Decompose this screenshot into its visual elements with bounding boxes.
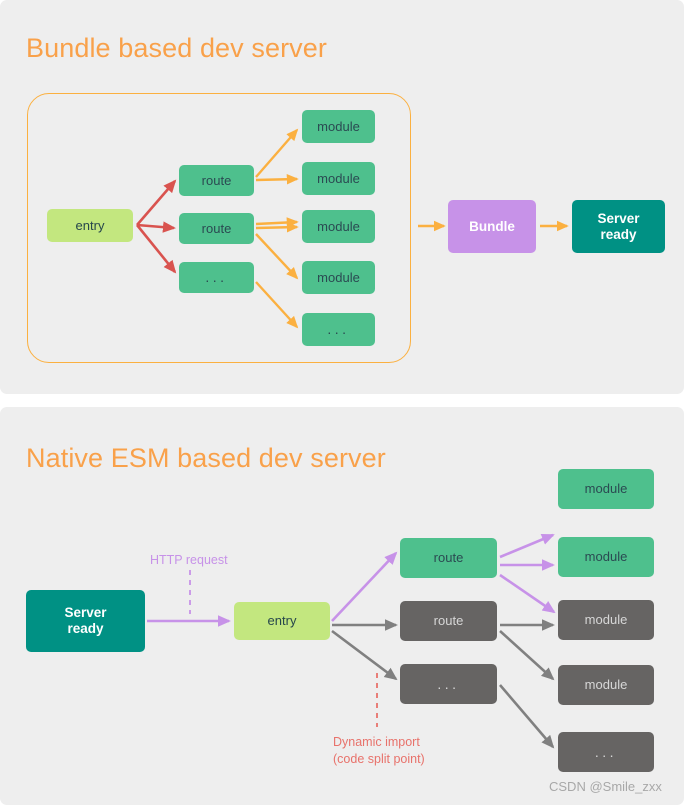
node-route-ellipsis-esm[interactable]: ...	[400, 664, 497, 704]
node-label: module	[584, 612, 628, 628]
node-module-2-esm[interactable]: module	[558, 537, 654, 577]
node-label: module	[584, 677, 628, 693]
node-label: module	[584, 481, 628, 497]
node-label: route	[433, 550, 464, 566]
node-label: Server ready	[64, 605, 106, 637]
node-entry-bundle[interactable]: entry	[47, 209, 133, 242]
dynamic-import-line1: Dynamic import	[333, 735, 420, 749]
node-label: route	[201, 172, 232, 188]
dynamic-import-line2: (code split point)	[333, 751, 425, 766]
node-label-line2: ready	[600, 226, 637, 242]
node-label-line1: Server	[597, 210, 640, 226]
node-label: route	[201, 220, 232, 236]
node-module-2-bundle[interactable]: module	[302, 162, 375, 195]
node-route-2-bundle[interactable]: route	[179, 213, 254, 244]
http-request-text: HTTP request	[150, 553, 228, 567]
node-module-3-bundle[interactable]: module	[302, 210, 375, 243]
node-server-ready-bundle[interactable]: Server ready	[572, 200, 665, 253]
node-module-3-esm[interactable]: module	[558, 600, 654, 640]
node-label: module	[317, 269, 360, 285]
node-label: route	[433, 613, 464, 629]
node-label: ...	[327, 321, 350, 338]
watermark: CSDN @Smile_zxx	[549, 779, 662, 794]
node-module-1-esm[interactable]: module	[558, 469, 654, 509]
node-label: module	[317, 118, 360, 134]
node-bundle[interactable]: Bundle	[448, 200, 536, 253]
node-label: entry	[75, 217, 105, 233]
node-label: module	[584, 549, 628, 565]
node-server-ready-esm[interactable]: Server ready	[26, 590, 145, 652]
node-route-1-esm[interactable]: route	[400, 538, 497, 578]
http-request-label: HTTP request	[150, 552, 228, 569]
node-label-line1: Server	[64, 605, 107, 621]
node-label: Server ready	[597, 211, 639, 243]
node-module-4-bundle[interactable]: module	[302, 261, 375, 294]
page-title-bundle: Bundle based dev server	[26, 33, 327, 63]
node-route-ellipsis-bundle[interactable]: ...	[179, 262, 254, 293]
node-entry-esm[interactable]: entry	[234, 602, 330, 640]
node-label: ...	[205, 269, 228, 286]
node-label: module	[317, 170, 360, 186]
page-title-esm: Native ESM based dev server	[26, 443, 386, 473]
node-route-2-esm[interactable]: route	[400, 601, 497, 641]
panel-bundle-dev-server: Bundle based dev server entry route rout…	[0, 0, 684, 394]
node-label-line2: ready	[67, 621, 104, 636]
node-module-1-bundle[interactable]: module	[302, 110, 375, 143]
node-route-1-bundle[interactable]: route	[179, 165, 254, 196]
node-label: Bundle	[469, 218, 515, 234]
node-label: ...	[437, 675, 460, 692]
node-label: module	[317, 218, 360, 234]
node-module-ellipsis-bundle[interactable]: ...	[302, 313, 375, 346]
node-module-4-esm[interactable]: module	[558, 665, 654, 705]
node-label: ...	[594, 743, 618, 760]
node-label: entry	[267, 613, 297, 629]
dynamic-import-label: Dynamic import (code split point)	[333, 734, 425, 767]
node-module-ellipsis-esm[interactable]: ...	[558, 732, 654, 772]
